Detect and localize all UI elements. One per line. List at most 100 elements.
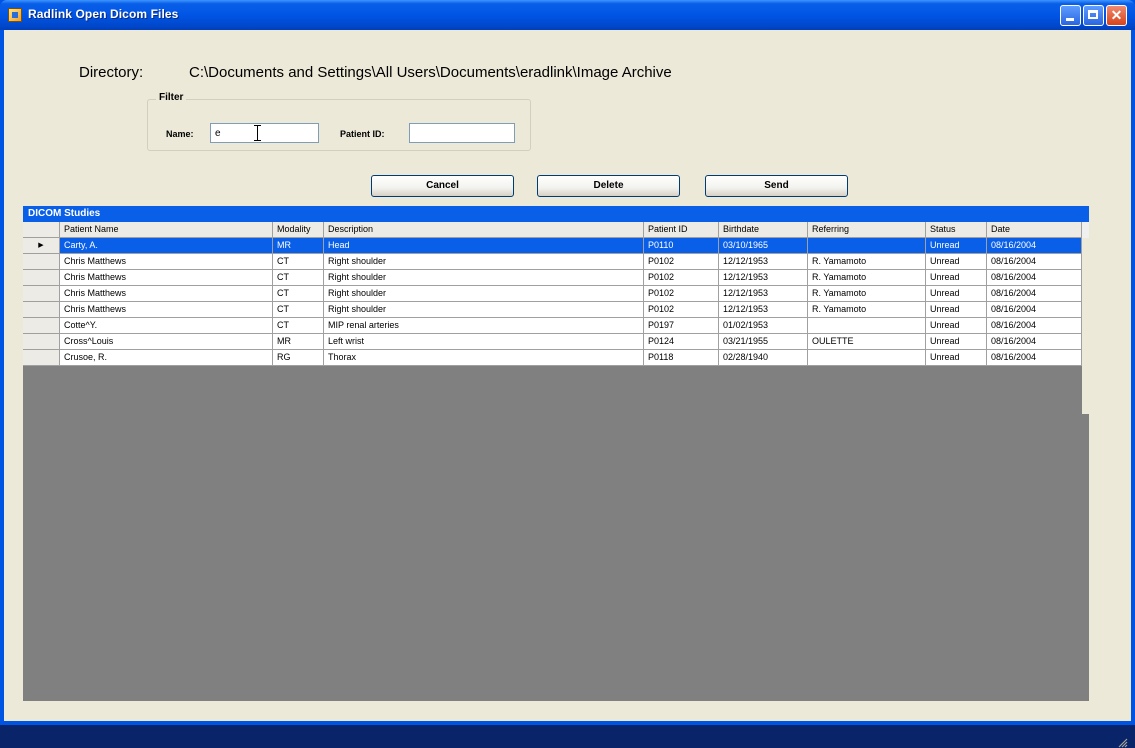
row-indicator[interactable] [23, 286, 60, 302]
cell-description: MIP renal arteries [324, 318, 644, 334]
cell-modality: MR [273, 238, 324, 254]
maximize-icon[interactable] [1083, 5, 1104, 26]
cell-referring [808, 318, 926, 334]
header-row-indicator [23, 222, 60, 238]
column-header-description[interactable]: Description [324, 222, 644, 238]
resize-grip-icon[interactable] [1116, 736, 1128, 748]
cell-patient-name: Chris Matthews [60, 286, 273, 302]
cell-status: Unread [926, 334, 987, 350]
cell-patient-id: P0124 [644, 334, 719, 350]
cell-birthdate: 01/02/1953 [719, 318, 808, 334]
table-row[interactable]: Chris Matthews CT Right shoulder P0102 12/12… [23, 270, 1089, 286]
cell-date: 08/16/2004 [987, 286, 1082, 302]
name-filter-input[interactable] [210, 123, 319, 143]
column-header-date[interactable]: Date [987, 222, 1082, 238]
cell-modality: MR [273, 334, 324, 350]
cell-date: 08/16/2004 [987, 302, 1082, 318]
row-indicator[interactable] [23, 254, 60, 270]
directory-label: Directory: [79, 64, 144, 81]
directory-path: C:\Documents and Settings\All Users\Docu… [189, 64, 672, 81]
cell-modality: CT [273, 254, 324, 270]
table-row[interactable]: Chris Matthews CT Right shoulder P0102 12/12… [23, 286, 1089, 302]
grid-caption: DICOM Studies [23, 206, 1089, 222]
cell-modality: CT [273, 318, 324, 334]
row-indicator[interactable]: ▶ [23, 238, 60, 254]
table-row[interactable]: Cotte^Y. CT MIP renal arteries P0197 01/02/1… [23, 318, 1089, 334]
cell-birthdate: 02/28/1940 [719, 350, 808, 366]
cell-patient-id: P0102 [644, 302, 719, 318]
cell-birthdate: 12/12/1953 [719, 286, 808, 302]
cell-referring: R. Yamamoto [808, 270, 926, 286]
cell-patient-name: Carty, A. [60, 238, 273, 254]
table-row[interactable]: ▶ Carty, A. MR Head P0110 03/10/1965 Unread 08/… [23, 238, 1089, 254]
cell-patient-id: P0118 [644, 350, 719, 366]
cell-status: Unread [926, 286, 987, 302]
cell-patient-id: P0110 [644, 238, 719, 254]
cell-date: 08/16/2004 [987, 334, 1082, 350]
name-label: Name: [166, 129, 194, 139]
cell-patient-name: Cross^Louis [60, 334, 273, 350]
cell-referring: R. Yamamoto [808, 302, 926, 318]
cell-status: Unread [926, 270, 987, 286]
cell-patient-name: Crusoe, R. [60, 350, 273, 366]
cell-patient-id: P0102 [644, 286, 719, 302]
minimize-icon[interactable] [1060, 5, 1081, 26]
dialog-body: Directory: C:\Documents and Settings\All… [4, 30, 1131, 748]
cell-patient-id: P0102 [644, 270, 719, 286]
title-bar[interactable]: Radlink Open Dicom Files ✕ [0, 0, 1135, 30]
cell-modality: CT [273, 302, 324, 318]
delete-button[interactable]: Delete [537, 175, 680, 197]
cell-patient-name: Cotte^Y. [60, 318, 273, 334]
send-button[interactable]: Send [705, 175, 848, 197]
cell-referring [808, 350, 926, 366]
window-title: Radlink Open Dicom Files [28, 7, 179, 21]
cell-description: Right shoulder [324, 270, 644, 286]
cell-status: Unread [926, 350, 987, 366]
column-header-patient-id[interactable]: Patient ID [644, 222, 719, 238]
cell-patient-name: Chris Matthews [60, 254, 273, 270]
cell-date: 08/16/2004 [987, 254, 1082, 270]
column-header-patient-name[interactable]: Patient Name [60, 222, 273, 238]
column-header-modality[interactable]: Modality [273, 222, 324, 238]
cell-status: Unread [926, 302, 987, 318]
cell-description: Right shoulder [324, 286, 644, 302]
row-indicator[interactable] [23, 350, 60, 366]
cell-status: Unread [926, 238, 987, 254]
cell-description: Thorax [324, 350, 644, 366]
row-indicator[interactable] [23, 302, 60, 318]
grid-header: Patient Name Modality Description Patien… [23, 222, 1089, 238]
close-icon[interactable]: ✕ [1106, 5, 1127, 26]
cell-birthdate: 03/21/1955 [719, 334, 808, 350]
cancel-button[interactable]: Cancel [371, 175, 514, 197]
cell-status: Unread [926, 318, 987, 334]
cell-referring: R. Yamamoto [808, 286, 926, 302]
table-row[interactable]: Chris Matthews CT Right shoulder P0102 12/12… [23, 302, 1089, 318]
patient-id-label: Patient ID: [340, 129, 385, 139]
cell-patient-id: P0102 [644, 254, 719, 270]
cell-patient-id: P0197 [644, 318, 719, 334]
cell-date: 08/16/2004 [987, 318, 1082, 334]
cell-modality: CT [273, 270, 324, 286]
cell-birthdate: 03/10/1965 [719, 238, 808, 254]
radlink-app-icon [8, 8, 22, 22]
cell-description: Left wrist [324, 334, 644, 350]
row-indicator[interactable] [23, 318, 60, 334]
column-header-referring[interactable]: Referring [808, 222, 926, 238]
cell-birthdate: 12/12/1953 [719, 270, 808, 286]
cell-date: 08/16/2004 [987, 238, 1082, 254]
row-indicator[interactable] [23, 334, 60, 350]
cell-referring: R. Yamamoto [808, 254, 926, 270]
cell-description: Right shoulder [324, 254, 644, 270]
table-row[interactable]: Crusoe, R. RG Thorax P0118 02/28/1940 Unread 0… [23, 350, 1089, 366]
row-indicator[interactable] [23, 270, 60, 286]
cell-referring: OULETTE [808, 334, 926, 350]
app-window: Radlink Open Dicom Files ✕ Directory: C:… [0, 0, 1135, 748]
column-header-status[interactable]: Status [926, 222, 987, 238]
cell-modality: CT [273, 286, 324, 302]
table-row[interactable]: Cross^Louis MR Left wrist P0124 03/21/1955 OU… [23, 334, 1089, 350]
table-row[interactable]: Chris Matthews CT Right shoulder P0102 12/12… [23, 254, 1089, 270]
cell-date: 08/16/2004 [987, 270, 1082, 286]
grid-scroll-strip [1082, 238, 1089, 414]
patient-id-filter-input[interactable] [409, 123, 515, 143]
column-header-birthdate[interactable]: Birthdate [719, 222, 808, 238]
